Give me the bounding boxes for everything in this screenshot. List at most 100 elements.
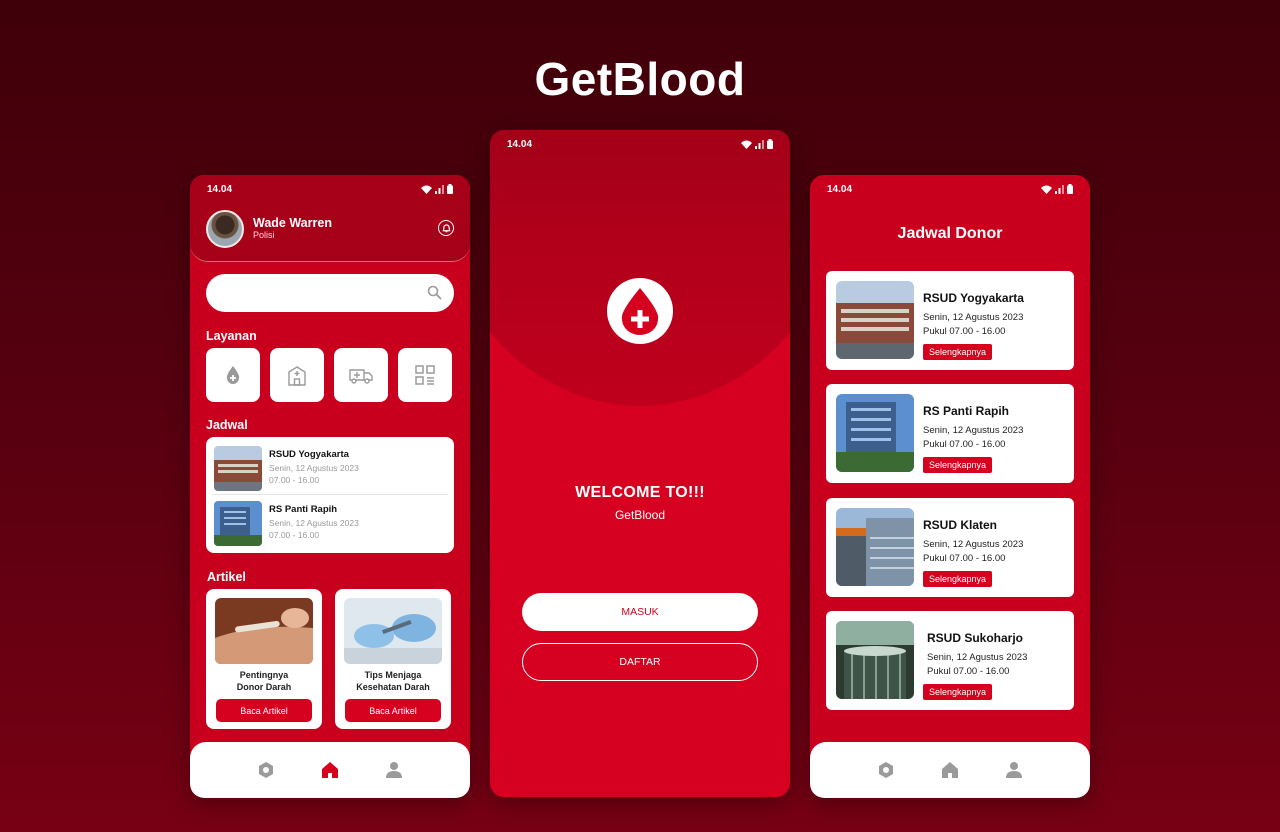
- donor-time: Pukul 07.00 - 16.00: [927, 666, 1010, 677]
- user-role: Polisi: [253, 230, 275, 240]
- hospital-photo: [836, 394, 914, 472]
- article-title-line: Kesehatan Darah: [356, 682, 430, 692]
- wifi-icon: [741, 140, 752, 149]
- nav-profile[interactable]: [1002, 758, 1026, 782]
- hospital-photo: [836, 621, 914, 699]
- donor-hospital-name: RSUD Klaten: [923, 518, 998, 532]
- hospital-icon: [288, 366, 306, 386]
- list-item[interactable]: RS Panti Rapih Senin, 12 Agustus 2023 07…: [212, 498, 448, 548]
- search-input[interactable]: [206, 274, 454, 312]
- app-title: GetBlood: [534, 53, 746, 105]
- status-time: 14.04: [827, 183, 853, 195]
- battery-icon: [767, 139, 773, 149]
- hospital-photo: [836, 508, 914, 586]
- article-card[interactable]: Tips Menjaga Kesehatan Darah Baca Artike…: [335, 589, 451, 729]
- details-button[interactable]: Selengkapnya: [923, 571, 993, 587]
- service-ambulance-button[interactable]: [334, 348, 388, 402]
- article-title-line: Tips Menjaga: [364, 670, 422, 680]
- articles-title: Artikel: [207, 570, 246, 584]
- read-article-button[interactable]: Baca Artikel: [345, 699, 441, 722]
- battery-icon: [1067, 184, 1073, 194]
- signal-icon: [755, 139, 764, 149]
- home-icon: [942, 762, 958, 778]
- battery-icon: [447, 184, 453, 194]
- service-blood-donation-button[interactable]: [206, 348, 260, 402]
- app-logo: [607, 278, 673, 344]
- donor-date: Senin, 12 Agustus 2023: [923, 539, 1024, 550]
- register-button[interactable]: DAFTAR: [522, 643, 758, 681]
- details-button[interactable]: Selengkapnya: [923, 457, 993, 473]
- read-article-button[interactable]: Baca Artikel: [216, 699, 312, 722]
- schedule-time: 07.00 - 16.00: [269, 475, 320, 485]
- article-photo: [215, 598, 313, 664]
- donor-date: Senin, 12 Agustus 2023: [923, 425, 1024, 436]
- bell-icon[interactable]: [438, 220, 454, 236]
- schedule-date: Senin, 12 Agustus 2023: [269, 518, 359, 528]
- service-hospital-button[interactable]: [270, 348, 324, 402]
- nav-settings[interactable]: [874, 758, 898, 782]
- donor-schedule-card[interactable]: RSUD Yogyakarta Senin, 12 Agustus 2023 P…: [826, 271, 1074, 370]
- donor-hospital-name: RSUD Yogyakarta: [923, 291, 1024, 305]
- signal-icon: [435, 184, 444, 194]
- blood-drop-logo-icon: [621, 288, 659, 335]
- wifi-icon: [1041, 185, 1052, 194]
- nav-profile[interactable]: [382, 758, 406, 782]
- avatar[interactable]: [206, 210, 244, 248]
- donor-date: Senin, 12 Agustus 2023: [923, 312, 1024, 323]
- article-card[interactable]: Pentingnya Donor Darah Baca Artikel: [206, 589, 322, 729]
- donor-date: Senin, 12 Agustus 2023: [927, 652, 1028, 663]
- donor-schedule-card[interactable]: RS Panti Rapih Senin, 12 Agustus 2023 Pu…: [826, 384, 1074, 483]
- profile-header: 14.04 Wade Warren Polisi: [190, 175, 470, 262]
- list-item[interactable]: RSUD Yogyakarta Senin, 12 Agustus 2023 0…: [212, 443, 448, 495]
- donor-time: Pukul 07.00 - 16.00: [923, 439, 1006, 450]
- details-button[interactable]: Selengkapnya: [923, 684, 993, 700]
- page-title: Jadwal Donor: [897, 225, 1003, 242]
- hospital-photo: [214, 501, 262, 546]
- article-title-line: Donor Darah: [236, 682, 292, 692]
- hospital-photo: [836, 281, 914, 359]
- bottom-nav: [810, 742, 1090, 798]
- ambulance-icon: [349, 369, 373, 384]
- status-bar: 14.04: [190, 175, 470, 203]
- login-button[interactable]: MASUK: [522, 593, 758, 631]
- donor-schedule-card[interactable]: RSUD Sukoharjo Senin, 12 Agustus 2023 Pu…: [826, 611, 1074, 710]
- welcome-title: WELCOME TO!!!: [575, 484, 705, 501]
- welcome-screen: 14.04 WELCOME TO!!! GetBlood MASUK DAFTA…: [490, 130, 790, 797]
- nav-home[interactable]: [318, 758, 342, 782]
- donor-time: Pukul 07.00 - 16.00: [923, 553, 1006, 564]
- profile-icon: [1006, 762, 1022, 778]
- donor-schedule-card[interactable]: RSUD Klaten Senin, 12 Agustus 2023 Pukul…: [826, 498, 1074, 597]
- nav-home[interactable]: [938, 758, 962, 782]
- services-title: Layanan: [206, 329, 257, 343]
- splash-header-shape: [490, 130, 790, 406]
- search-icon[interactable]: [427, 285, 442, 300]
- schedule-date: Senin, 12 Agustus 2023: [269, 463, 359, 473]
- home-icon: [322, 762, 338, 778]
- welcome-subtitle: GetBlood: [614, 508, 666, 522]
- details-button[interactable]: Selengkapnya: [923, 344, 993, 360]
- article-photo: [344, 598, 442, 664]
- services-grid: [206, 348, 452, 402]
- status-bar: 14.04: [490, 130, 790, 158]
- bottom-nav: [190, 742, 470, 798]
- donor-time: Pukul 07.00 - 16.00: [923, 326, 1006, 337]
- signal-icon: [1055, 184, 1064, 194]
- schedule-hospital-name: RS Panti Rapih: [269, 504, 338, 515]
- user-name: Wade Warren: [253, 216, 332, 230]
- article-title-line: Pentingnya: [239, 670, 289, 680]
- schedule-title: Jadwal: [206, 418, 248, 432]
- schedule-hospital-name: RSUD Yogyakarta: [269, 449, 349, 460]
- schedule-time: 07.00 - 16.00: [269, 530, 320, 540]
- donor-schedule-screen: 14.04 Jadwal Donor RSUD Yogyakarta Senin…: [810, 175, 1090, 798]
- nav-settings[interactable]: [254, 758, 278, 782]
- status-time: 14.04: [207, 183, 233, 195]
- settings-icon: [259, 762, 273, 778]
- home-screen: 14.04 Wade Warren Polisi Layanan Jadwal …: [190, 175, 470, 798]
- settings-icon: [879, 762, 893, 778]
- profile-icon: [386, 762, 402, 778]
- donor-hospital-name: RS Panti Rapih: [923, 404, 1010, 418]
- schedule-card: RSUD Yogyakarta Senin, 12 Agustus 2023 0…: [206, 437, 454, 553]
- qr-code-icon: [415, 365, 435, 385]
- status-bar: 14.04: [810, 175, 1090, 203]
- service-qr-button[interactable]: [398, 348, 452, 402]
